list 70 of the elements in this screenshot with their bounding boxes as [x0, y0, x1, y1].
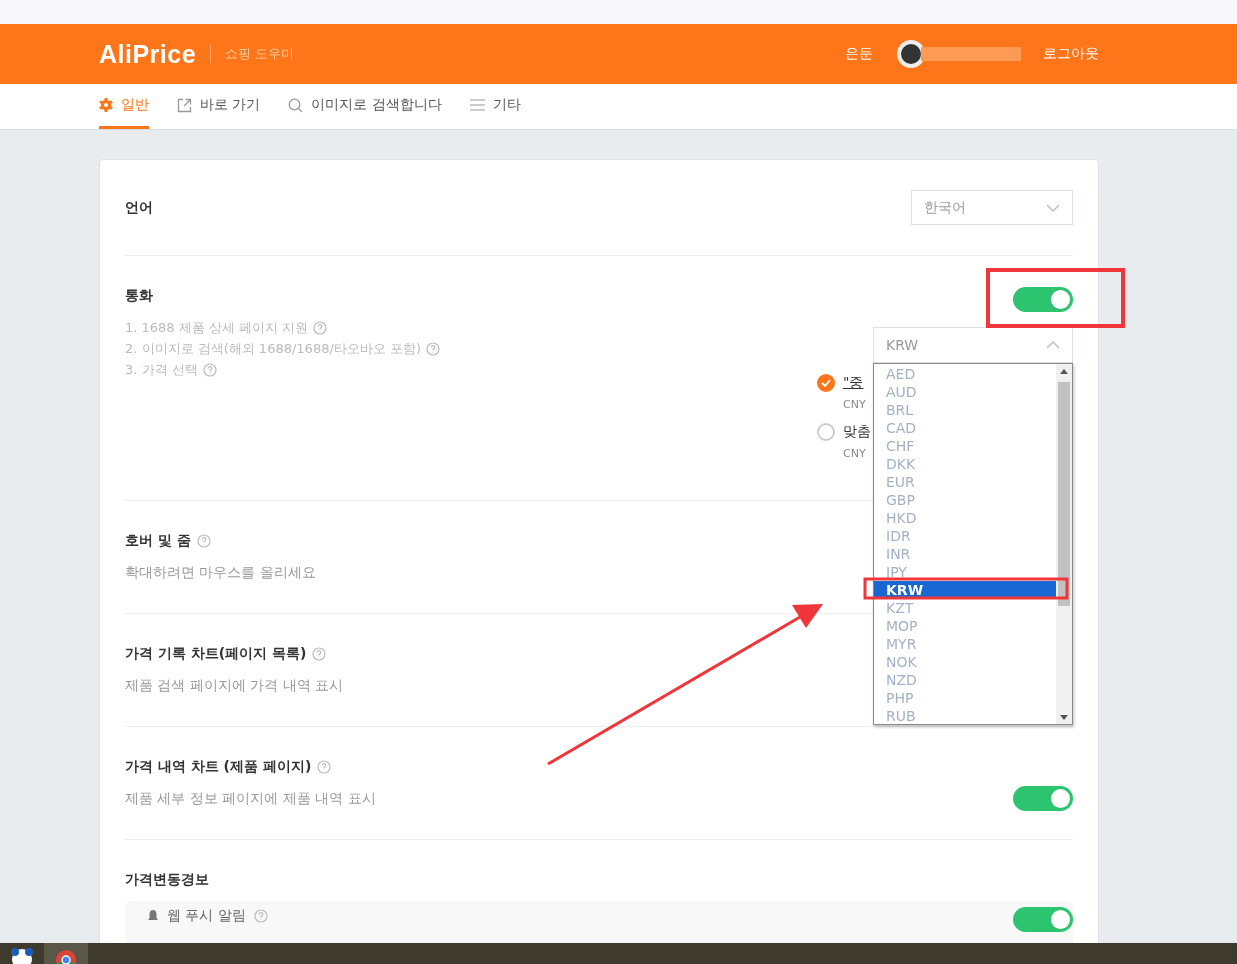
dropdown-option[interactable]: INR [874, 545, 1056, 563]
note-text: 1. 1688 제품 상세 페이지 지원 [125, 319, 309, 337]
dropdown-option[interactable]: AED [874, 365, 1056, 383]
setting-description: 제품 검색 페이지에 가격 내역 표시 [125, 677, 344, 695]
menu-icon [469, 99, 485, 111]
dropdown-option[interactable]: CHF [874, 437, 1056, 455]
help-icon [196, 534, 211, 548]
gear-icon [99, 98, 113, 112]
help-icon [253, 909, 268, 923]
dropdown-option[interactable]: HKD [874, 509, 1056, 527]
tab[interactable]: 기타 [469, 84, 521, 129]
check-icon [821, 379, 831, 387]
external-link-icon [177, 97, 192, 113]
alert-label: 웹 푸시 알림 [167, 907, 246, 925]
logout-link[interactable]: 로그아웃 [1043, 45, 1099, 63]
radio-button[interactable] [817, 423, 835, 441]
bell-icon [147, 909, 159, 923]
dropdown-option[interactable]: KZT [874, 599, 1056, 617]
dropdown-option[interactable]: BRL [874, 401, 1056, 419]
dropdown-option[interactable]: NOK [874, 653, 1056, 671]
help-icon [426, 341, 440, 356]
note-text: 2. 이미지로 검색(해외 1688/1688/타오바오 포함) [125, 340, 421, 358]
user-name: 은둔 [845, 45, 873, 63]
help-icon [313, 320, 328, 335]
chevron-icon [1046, 203, 1060, 212]
language-select[interactable]: 한국어 [911, 190, 1073, 225]
setting-title: 가격 내역 차트 (제품 페이지) [125, 758, 312, 776]
setting-title: 가격변동경보 [125, 871, 210, 889]
help-icon [202, 362, 217, 377]
setting-title: 통화 [125, 287, 154, 305]
dropdown-option[interactable]: AUD [874, 383, 1056, 401]
dropdown-option[interactable]: IDR [874, 527, 1056, 545]
dropdown-option[interactable]: DKK [874, 455, 1056, 473]
currency-select[interactable]: KRW [873, 327, 1073, 363]
setting-title: 가격 기록 차트(페이지 목록) [125, 645, 307, 663]
dropdown-option[interactable]: EUR [874, 473, 1056, 491]
dropdown-option[interactable]: NZD [874, 671, 1056, 689]
scroll-up-icon[interactable] [1060, 368, 1068, 374]
setting-title: 언어 [125, 198, 153, 217]
search-icon [288, 97, 304, 113]
dropdown-option[interactable]: MOP [874, 617, 1056, 635]
note-text: 3. 가격 선택 [125, 361, 198, 379]
tab[interactable]: 바로 가기 [177, 84, 261, 129]
dropdown-option[interactable]: RUB [874, 707, 1056, 725]
scrollbar[interactable] [1056, 364, 1072, 724]
help-icon [312, 647, 327, 661]
setting-description: 확대하려면 마우스를 올리세요 [125, 564, 316, 582]
dropdown-option[interactable]: MYR [874, 635, 1056, 653]
toggle-switch[interactable] [1013, 786, 1073, 811]
option-price: CNY [843, 447, 867, 460]
option-label: "중 [843, 374, 865, 392]
dropdown-option[interactable]: GBP [874, 491, 1056, 509]
tab[interactable]: 일반 [99, 84, 149, 129]
avatar[interactable] [897, 40, 925, 68]
chevron-icon [1046, 341, 1060, 349]
taskbar-browser-icon[interactable] [44, 943, 88, 964]
scroll-down-icon[interactable] [1060, 714, 1068, 720]
setting-description: 제품 세부 정보 페이지에 제품 내역 표시 [125, 790, 376, 808]
setting-title: 호버 및 줌 [125, 532, 191, 550]
toggle-switch[interactable] [1013, 287, 1073, 312]
dropdown-option[interactable]: PHP [874, 689, 1056, 707]
option-price: CNY [843, 398, 866, 411]
tagline: 쇼핑 도우미 [225, 45, 295, 63]
help-icon [317, 760, 332, 774]
option-label: 맞춤 [843, 423, 871, 441]
logo: AliPrice [99, 39, 197, 69]
dropdown-option[interactable]: CAD [874, 419, 1056, 437]
tab[interactable]: 이미지로 검색합니다 [288, 84, 442, 129]
toggle-switch[interactable] [1013, 907, 1073, 932]
radio-button[interactable] [817, 374, 835, 392]
